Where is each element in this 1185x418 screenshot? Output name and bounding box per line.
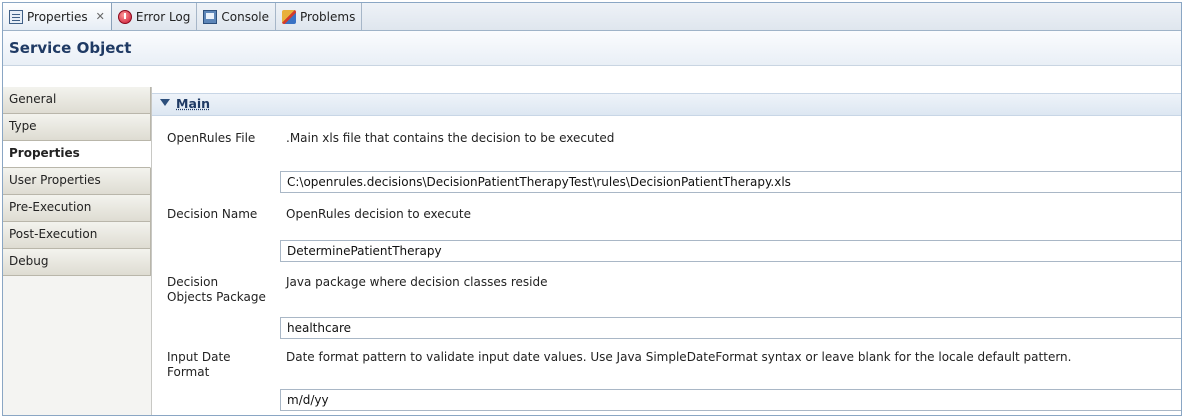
decision-name-input[interactable]: DeterminePatientTherapy <box>280 240 1181 262</box>
nav-tab-post-execution[interactable]: Post-Execution <box>3 222 151 249</box>
problems-icon <box>282 9 297 24</box>
openrules-file-input[interactable]: C:\openrules.decisions\DecisionPatientTh… <box>280 171 1181 193</box>
tab-properties-label: Properties <box>27 9 88 24</box>
properties-icon <box>9 9 23 24</box>
nav-tab-type[interactable]: Type <box>3 114 151 141</box>
openrules-file-label: OpenRules File <box>167 131 256 145</box>
property-tabs: General Type Properties User Properties … <box>3 87 152 415</box>
decision-objects-package-label: Decision Objects Package <box>167 275 266 304</box>
tab-error-log[interactable]: Error Log <box>112 3 198 30</box>
properties-view: Properties ✕ Error Log Console Problems … <box>2 2 1182 416</box>
tab-problems-label: Problems <box>300 9 356 24</box>
nav-tab-pre-execution[interactable]: Pre-Execution <box>3 195 151 222</box>
nav-tab-debug[interactable]: Debug <box>3 249 151 276</box>
input-date-format-input[interactable]: m/d/yy <box>280 389 1181 411</box>
page-title: Service Object <box>9 39 132 57</box>
input-date-format-label: Input Date Format <box>167 350 231 379</box>
section-main-header[interactable]: Main <box>152 93 1181 116</box>
tab-error-log-label: Error Log <box>135 9 191 24</box>
decision-objects-package-input[interactable]: healthcare <box>280 317 1181 339</box>
decision-name-label: Decision Name <box>167 207 258 221</box>
error-log-icon <box>117 9 132 24</box>
view-tab-bar: Properties ✕ Error Log Console Problems <box>3 3 1181 31</box>
tab-problems[interactable]: Problems <box>276 3 363 30</box>
nav-tab-properties[interactable]: Properties <box>3 141 151 168</box>
section-main-title[interactable]: Main <box>176 96 210 111</box>
nav-tab-user-properties[interactable]: User Properties <box>3 168 151 195</box>
input-date-format-description: Date format pattern to validate input da… <box>286 350 1072 364</box>
tab-console[interactable]: Console <box>197 3 277 30</box>
decision-name-description: OpenRules decision to execute <box>286 207 471 221</box>
nav-tab-general[interactable]: General <box>3 87 151 114</box>
main-content: Main OpenRules File .Main xls file that … <box>152 87 1181 415</box>
expand-triangle-icon[interactable] <box>160 99 170 106</box>
tab-properties[interactable]: Properties ✕ <box>3 3 112 30</box>
tab-console-label: Console <box>221 9 270 24</box>
console-icon <box>203 9 218 24</box>
decision-objects-package-description: Java package where decision classes resi… <box>286 275 548 289</box>
page-title-band: Service Object <box>3 31 1181 66</box>
openrules-file-description: .Main xls file that contains the decisio… <box>286 131 615 145</box>
close-icon[interactable]: ✕ <box>96 10 105 23</box>
